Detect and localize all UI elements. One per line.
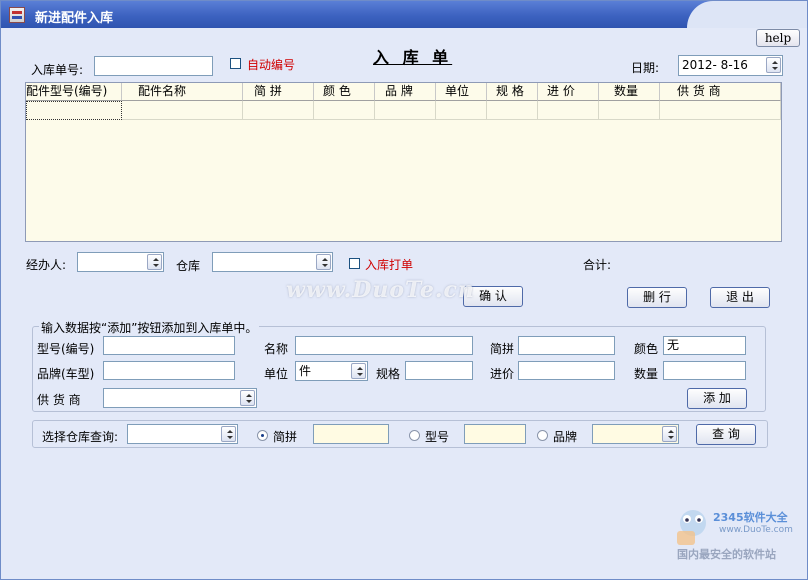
grid-cell[interactable]	[660, 101, 781, 120]
grid-cell[interactable]	[487, 101, 538, 120]
pinyin-radio[interactable]	[257, 430, 268, 441]
qty-label: 数量	[634, 367, 659, 381]
exit-button[interactable]: 退 出	[710, 287, 770, 308]
order-no-input[interactable]	[94, 56, 213, 76]
col-header-brand[interactable]: 品 牌	[375, 83, 436, 101]
model-label: 型号(编号)	[37, 342, 95, 356]
window-title: 新进配件入库	[35, 11, 114, 26]
col-header-spec[interactable]: 规 格	[487, 83, 538, 101]
col-header-pinyin[interactable]: 简 拼	[243, 83, 314, 101]
pinyin-label: 简拼	[490, 342, 515, 356]
chevron-down-icon[interactable]	[351, 363, 366, 379]
spec-label: 规格	[376, 367, 401, 381]
watermark-logo: 2345软件大全 www.DuoTe.com 国内最安全的软件站	[671, 501, 803, 565]
color-input[interactable]: 无	[663, 336, 746, 355]
pinyin-radio-label: 简拼	[273, 430, 298, 444]
watermark-logo-text: 2345软件大全	[713, 511, 788, 524]
model-query-input[interactable]	[464, 424, 526, 444]
col-header-color[interactable]: 颜 色	[314, 83, 375, 101]
query-warehouse-label: 选择仓库查询:	[42, 430, 119, 444]
query-button[interactable]: 查 询	[696, 424, 756, 445]
date-label: 日期:	[631, 61, 660, 75]
title-bar[interactable]: 新进配件入库	[1, 1, 807, 28]
help-button[interactable]: help	[756, 29, 800, 47]
grid-cell[interactable]	[243, 101, 314, 120]
watermark-logo-url: www.DuoTe.com	[719, 525, 793, 535]
chevron-down-icon[interactable]	[662, 426, 677, 442]
delete-row-button[interactable]: 删 行	[627, 287, 687, 308]
title-bar-tab	[687, 1, 807, 28]
grid-cell[interactable]	[122, 101, 243, 120]
model-input[interactable]	[103, 336, 235, 355]
name-input[interactable]	[295, 336, 473, 355]
col-header-name[interactable]: 配件名称	[122, 83, 243, 101]
app-icon	[9, 7, 25, 23]
auto-number-label: 自动编号	[247, 58, 296, 72]
print-checkbox[interactable]	[349, 258, 360, 269]
col-header-price[interactable]: 进 价	[538, 83, 599, 101]
chevron-down-icon[interactable]	[147, 254, 162, 270]
supplier-label: 供 货 商	[37, 393, 81, 407]
grid-cell[interactable]	[26, 101, 122, 120]
spec-input[interactable]	[405, 361, 473, 380]
chevron-down-icon[interactable]	[240, 390, 255, 406]
pinyin-query-input[interactable]	[313, 424, 389, 444]
supplier-combo[interactable]	[103, 388, 257, 408]
watermark-slogan: 国内最安全的软件站	[677, 548, 776, 561]
warehouse-combo[interactable]	[212, 252, 333, 272]
main-window: 新进配件入库 help 入 库 单 入库单号: 自动编号 日期: 2012- 8…	[0, 0, 808, 580]
price-label: 进价	[490, 367, 515, 381]
brand-radio[interactable]	[537, 430, 548, 441]
brand-input[interactable]	[103, 361, 235, 380]
stock-in-grid[interactable]: 配件型号(编号) 配件名称 简 拼 颜 色 品 牌 单位 规 格 进 价 数量 …	[25, 82, 782, 242]
date-spin-icon[interactable]	[766, 57, 781, 73]
name-label: 名称	[264, 342, 289, 356]
watermark-text: www.DuoTe.cn	[286, 277, 475, 303]
auto-number-checkbox[interactable]	[230, 58, 241, 69]
entry-instruction: 输入数据按“添加”按钮添加到入库单中。	[39, 319, 260, 336]
col-header-supplier[interactable]: 供 货 商	[660, 83, 781, 101]
print-label: 入库打单	[365, 258, 414, 272]
col-header-qty[interactable]: 数量	[599, 83, 660, 101]
date-value: 2012- 8-16	[682, 58, 748, 72]
model-radio[interactable]	[409, 430, 420, 441]
add-button[interactable]: 添 加	[687, 388, 747, 409]
unit-value: 件	[299, 364, 312, 378]
chevron-down-icon[interactable]	[221, 426, 236, 442]
qty-input[interactable]	[663, 361, 746, 380]
grid-cell[interactable]	[436, 101, 487, 120]
order-no-label: 入库单号:	[31, 63, 84, 77]
handler-label: 经办人:	[26, 258, 67, 272]
warehouse-label: 仓库	[176, 259, 201, 273]
query-warehouse-combo[interactable]	[127, 424, 238, 444]
grid-cell[interactable]	[538, 101, 599, 120]
confirm-button[interactable]: 确 认	[463, 286, 523, 307]
brand-label: 品牌(车型)	[37, 367, 95, 381]
model-radio-label: 型号	[425, 430, 450, 444]
total-label: 合计:	[583, 258, 612, 272]
pinyin-input[interactable]	[518, 336, 615, 355]
grid-cell[interactable]	[599, 101, 660, 120]
brand-query-combo[interactable]	[592, 424, 679, 444]
grid-cell[interactable]	[375, 101, 436, 120]
chevron-down-icon[interactable]	[316, 254, 331, 270]
unit-combo[interactable]: 件	[295, 361, 368, 381]
date-picker[interactable]: 2012- 8-16	[678, 55, 783, 76]
unit-label: 单位	[264, 367, 289, 381]
handler-combo[interactable]	[77, 252, 164, 272]
brand-radio-label: 品牌	[553, 430, 578, 444]
col-header-model[interactable]: 配件型号(编号)	[26, 83, 122, 101]
col-header-unit[interactable]: 单位	[436, 83, 487, 101]
grid-cell[interactable]	[314, 101, 375, 120]
form-heading: 入 库 单	[373, 48, 453, 67]
price-input[interactable]	[518, 361, 615, 380]
color-label: 颜色	[634, 342, 659, 356]
